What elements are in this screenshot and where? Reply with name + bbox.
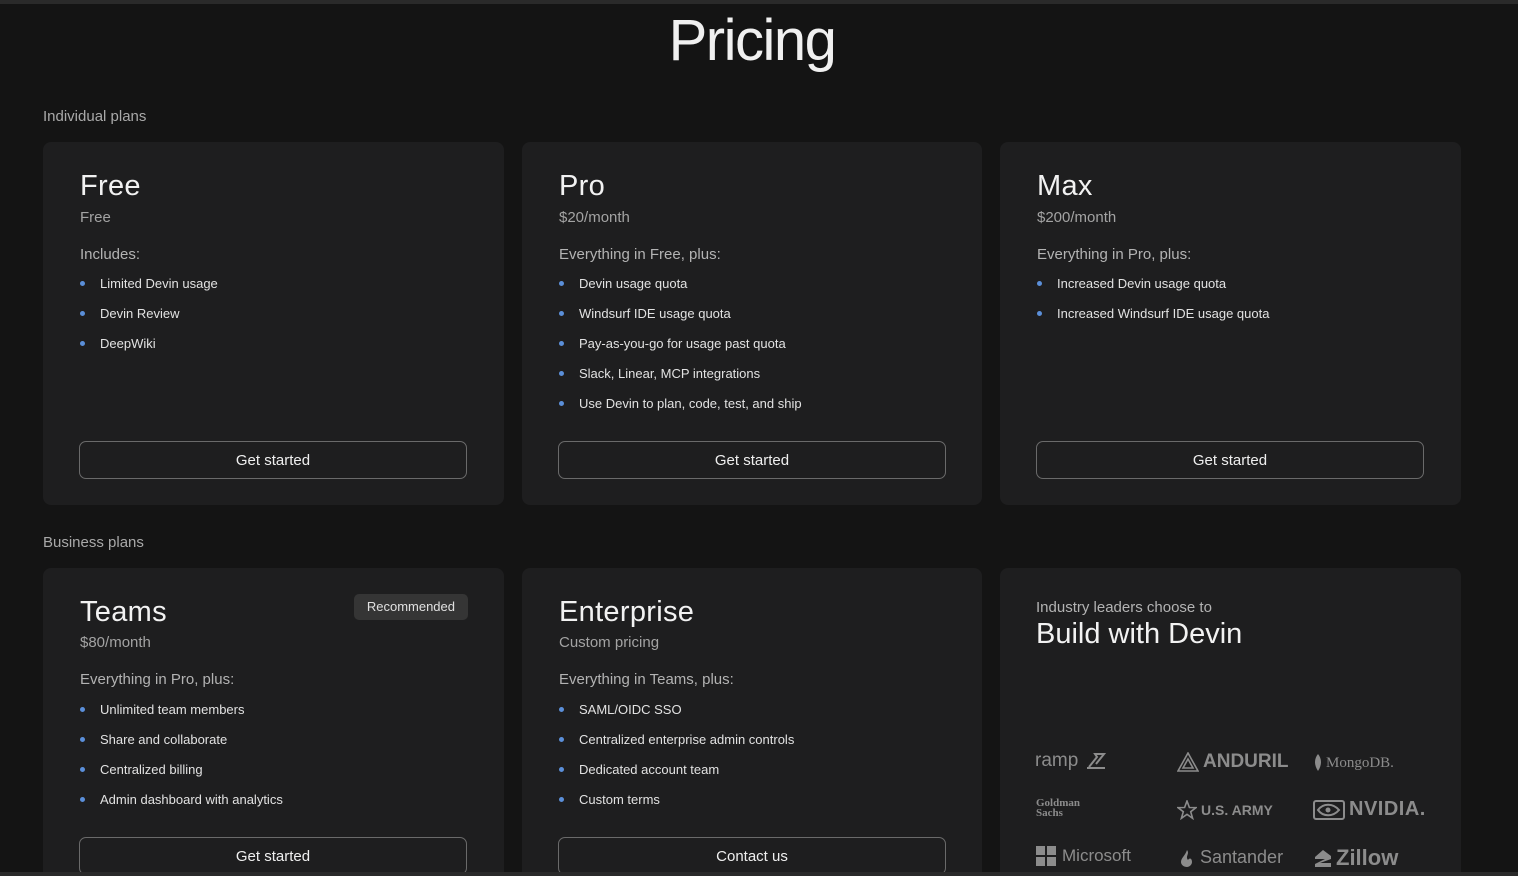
plan-card-enterprise: Enterprise Custom pricing Everything in … bbox=[522, 568, 982, 876]
bullet-icon bbox=[80, 797, 85, 802]
feature-list: Devin usage quota Windsurf IDE usage quo… bbox=[559, 275, 802, 425]
feature-item: Share and collaborate bbox=[80, 731, 283, 761]
bullet-icon bbox=[559, 767, 564, 772]
feature-item: Centralized billing bbox=[80, 761, 283, 791]
feature-list: SAML/OIDC SSO Centralized enterprise adm… bbox=[559, 701, 794, 821]
santander-flame-icon bbox=[1181, 849, 1192, 867]
contact-us-button[interactable]: Contact us bbox=[558, 837, 946, 875]
plan-price: $20/month bbox=[559, 209, 630, 226]
feature-item: Windsurf IDE usage quota bbox=[559, 305, 802, 335]
feature-item: SAML/OIDC SSO bbox=[559, 701, 794, 731]
section-label-individual: Individual plans bbox=[43, 108, 147, 125]
feature-item: Admin dashboard with analytics bbox=[80, 791, 283, 821]
bullet-icon bbox=[559, 737, 564, 742]
get-started-button-pro[interactable]: Get started bbox=[558, 441, 946, 479]
plan-price: $80/month bbox=[80, 634, 151, 651]
feature-list: Limited Devin usage Devin Review DeepWik… bbox=[80, 275, 218, 365]
bullet-icon bbox=[559, 707, 564, 712]
feature-item: Increased Devin usage quota bbox=[1037, 275, 1269, 305]
plan-name: Pro bbox=[559, 170, 606, 202]
bullet-icon bbox=[1037, 281, 1042, 286]
bullet-icon bbox=[559, 311, 564, 316]
nvidia-eye-icon bbox=[1313, 799, 1345, 820]
bullet-icon bbox=[559, 341, 564, 346]
plan-includes-heading: Everything in Pro, plus: bbox=[1037, 246, 1192, 263]
plan-includes-heading: Everything in Pro, plus: bbox=[80, 671, 235, 688]
feature-item: Slack, Linear, MCP integrations bbox=[559, 365, 802, 395]
feature-item: Use Devin to plan, code, test, and ship bbox=[559, 395, 802, 425]
plan-card-pro: Pro $20/month Everything in Free, plus: … bbox=[522, 142, 982, 505]
recommended-badge: Recommended bbox=[353, 594, 468, 620]
ramp-logo: ramp bbox=[1035, 750, 1107, 772]
bullet-icon bbox=[80, 707, 85, 712]
plan-name: Teams bbox=[80, 596, 167, 628]
mongodb-logo: MongoDB. bbox=[1313, 754, 1394, 772]
ramp-mark-icon bbox=[1087, 753, 1107, 769]
bullet-icon bbox=[559, 401, 564, 406]
bullet-icon bbox=[80, 281, 85, 286]
leaders-title: Build with Devin bbox=[1036, 618, 1243, 650]
get-started-button-free[interactable]: Get started bbox=[79, 441, 467, 479]
bullet-icon bbox=[559, 281, 564, 286]
plan-includes-heading: Everything in Teams, plus: bbox=[559, 671, 734, 688]
microsoft-grid-icon bbox=[1036, 846, 1056, 866]
feature-item: Devin Review bbox=[80, 305, 218, 335]
feature-item: Pay-as-you-go for usage past quota bbox=[559, 335, 802, 365]
star-icon bbox=[1177, 800, 1197, 820]
feature-item: Custom terms bbox=[559, 791, 794, 821]
bullet-icon bbox=[80, 767, 85, 772]
mongodb-leaf-icon bbox=[1315, 754, 1321, 771]
bullet-icon bbox=[559, 371, 564, 376]
feature-item: Dedicated account team bbox=[559, 761, 794, 791]
plan-name: Free bbox=[80, 170, 141, 202]
plan-card-free: Free Free Includes: Limited Devin usage … bbox=[43, 142, 504, 505]
plan-card-teams: Teams Recommended $80/month Everything i… bbox=[43, 568, 504, 876]
goldman-sachs-logo: Goldman Sachs bbox=[1036, 797, 1081, 819]
plan-includes-heading: Everything in Free, plus: bbox=[559, 246, 721, 263]
bullet-icon bbox=[80, 311, 85, 316]
santander-logo: Santander bbox=[1177, 847, 1283, 868]
anduril-logo: ANDURIL bbox=[1177, 751, 1289, 773]
plan-price: Free bbox=[80, 209, 111, 226]
top-border bbox=[0, 0, 1518, 4]
feature-item: DeepWiki bbox=[80, 335, 218, 365]
feature-item: Unlimited team members bbox=[80, 701, 283, 731]
zillow-logo: Zillow bbox=[1313, 845, 1398, 871]
plan-name: Enterprise bbox=[559, 596, 695, 628]
section-label-business: Business plans bbox=[43, 534, 144, 551]
feature-item: Centralized enterprise admin controls bbox=[559, 731, 794, 761]
plan-card-max: Max $200/month Everything in Pro, plus: … bbox=[1000, 142, 1461, 505]
bullet-icon bbox=[559, 797, 564, 802]
bullet-icon bbox=[80, 737, 85, 742]
nvidia-logo: NVIDIA. bbox=[1313, 798, 1426, 821]
us-army-logo: U.S. ARMY bbox=[1177, 800, 1273, 820]
plan-price: Custom pricing bbox=[559, 634, 660, 651]
anduril-mark-icon bbox=[1177, 752, 1199, 772]
bullet-icon bbox=[1037, 311, 1042, 316]
page-title: Pricing bbox=[668, 8, 837, 73]
bullet-icon bbox=[80, 341, 85, 346]
feature-list: Increased Devin usage quota Increased Wi… bbox=[1037, 275, 1269, 335]
microsoft-logo: Microsoft bbox=[1036, 846, 1131, 866]
industry-leaders-card: Industry leaders choose to Build with De… bbox=[1000, 568, 1461, 876]
zillow-house-icon bbox=[1315, 850, 1331, 867]
feature-list: Unlimited team members Share and collabo… bbox=[80, 701, 283, 821]
plan-price: $200/month bbox=[1037, 209, 1117, 226]
get-started-button-max[interactable]: Get started bbox=[1036, 441, 1424, 479]
scrollbar-track[interactable] bbox=[1508, 4, 1518, 872]
feature-item: Increased Windsurf IDE usage quota bbox=[1037, 305, 1269, 335]
plan-includes-heading: Includes: bbox=[80, 246, 141, 263]
feature-item: Devin usage quota bbox=[559, 275, 802, 305]
leaders-eyebrow: Industry leaders choose to bbox=[1036, 599, 1212, 616]
get-started-button-teams[interactable]: Get started bbox=[79, 837, 467, 875]
plan-name: Max bbox=[1037, 170, 1093, 202]
pricing-page: Pricing Individual plans Free Free Inclu… bbox=[0, 0, 1518, 876]
bottom-border bbox=[0, 872, 1518, 876]
feature-item: Limited Devin usage bbox=[80, 275, 218, 305]
